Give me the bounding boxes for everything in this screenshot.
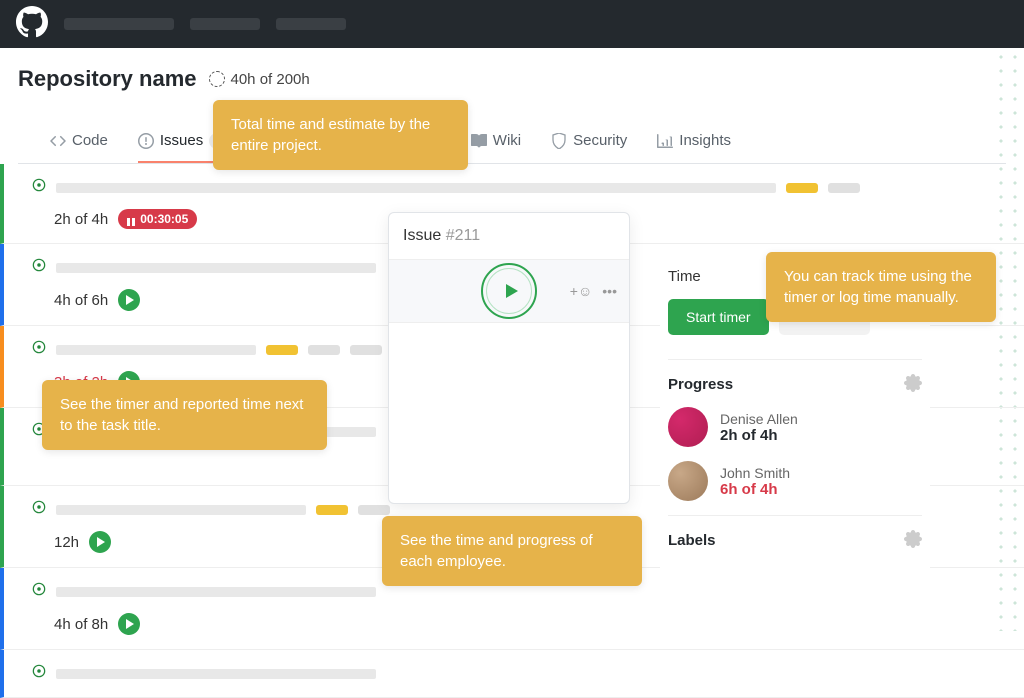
issue-row[interactable]: [0, 650, 1024, 698]
issue-detail-panel: Issue #211 +☺ •••: [388, 212, 630, 504]
issue-open-icon: [32, 500, 46, 519]
code-icon: [50, 133, 66, 149]
nav-placeholder: [64, 18, 174, 30]
timer-badge[interactable]: 00:30:05: [118, 209, 197, 229]
labels-label: Labels: [668, 532, 922, 549]
tab-insights[interactable]: Insights: [657, 122, 731, 163]
callout-text: You can track time using the timer or lo…: [784, 268, 972, 306]
progress-label: Progress: [668, 376, 922, 393]
label-pill: [316, 505, 348, 515]
gear-icon[interactable]: [904, 530, 922, 553]
issue-open-icon: [32, 178, 46, 197]
issue-title-placeholder: [56, 669, 376, 679]
issue-panel-toolbar: +☺ •••: [389, 259, 629, 323]
person-row: John Smith 6h of 4h: [668, 461, 922, 501]
pause-icon: [127, 215, 135, 223]
person-time: 6h of 4h: [720, 481, 790, 498]
callout-text: See the time and progress of each employ…: [400, 532, 593, 570]
time-summary-text: 40h of 200h: [231, 71, 310, 88]
time-summary-icon: [209, 71, 225, 87]
repo-header: Repository name 40h of 200h Code Issues …: [0, 48, 1024, 164]
tab-wiki[interactable]: Wiki: [471, 122, 521, 163]
graph-icon: [657, 133, 673, 149]
add-emoji-icon[interactable]: +☺: [570, 283, 592, 299]
issue-open-icon: [32, 664, 46, 683]
label-pill: [350, 345, 382, 355]
issue-open-icon: [32, 340, 46, 359]
play-button[interactable]: [118, 289, 140, 311]
labels-section: Labels: [668, 515, 922, 549]
issue-number: #211: [446, 227, 480, 244]
avatar: [668, 461, 708, 501]
shield-icon: [551, 133, 567, 149]
person-name: Denise Allen: [720, 411, 798, 427]
gear-icon[interactable]: [904, 374, 922, 397]
issue-panel-header: Issue #211: [389, 213, 629, 259]
issue-title-placeholder: [56, 505, 306, 515]
issue-panel-body: [389, 323, 629, 503]
play-button[interactable]: [89, 531, 111, 553]
callout-text: See the timer and reported time next to …: [60, 396, 303, 434]
callout-tooltip: You can track time using the timer or lo…: [766, 252, 996, 322]
callout-text: Total time and estimate by the entire pr…: [231, 116, 430, 154]
issue-open-icon: [32, 258, 46, 277]
issue-open-icon: [32, 582, 46, 601]
tab-label: Security: [573, 132, 627, 149]
issue-title-placeholder: [56, 587, 376, 597]
person-name: John Smith: [720, 465, 790, 481]
start-timer-button[interactable]: Start timer: [668, 299, 769, 335]
avatar: [668, 407, 708, 447]
label-pill: [358, 505, 390, 515]
github-logo-icon[interactable]: [16, 6, 48, 43]
nav-placeholder: [276, 18, 346, 30]
play-button[interactable]: [118, 613, 140, 635]
callout-tooltip: See the timer and reported time next to …: [42, 380, 327, 450]
issue-time: 12h: [54, 534, 79, 551]
timer-value: 00:30:05: [140, 212, 188, 226]
issue-panel-title: Issue: [403, 227, 441, 244]
issue-title-placeholder: [56, 183, 776, 193]
more-icon[interactable]: •••: [602, 283, 617, 299]
issue-title-placeholder: [56, 345, 256, 355]
nav-placeholder: [190, 18, 260, 30]
callout-tooltip: See the time and progress of each employ…: [382, 516, 642, 586]
issue-title-placeholder: [56, 263, 376, 273]
label-pill: [308, 345, 340, 355]
repo-title: Repository name: [18, 66, 197, 92]
tab-label: Issues: [160, 132, 203, 149]
label-pill: [266, 345, 298, 355]
time-summary: 40h of 200h: [209, 71, 310, 88]
callout-tooltip: Total time and estimate by the entire pr…: [213, 100, 468, 170]
person-time: 2h of 4h: [720, 427, 798, 444]
person-row: Denise Allen 2h of 4h: [668, 407, 922, 447]
issue-time: 4h of 6h: [54, 292, 108, 309]
label-pill: [828, 183, 860, 193]
issue-time: 2h of 4h: [54, 211, 108, 228]
label-pill: [786, 183, 818, 193]
book-icon: [471, 133, 487, 149]
top-nav: [0, 0, 1024, 48]
tab-code[interactable]: Code: [50, 122, 108, 163]
tab-label: Code: [72, 132, 108, 149]
progress-section: Progress Denise Allen 2h of 4h John Smit…: [668, 359, 922, 501]
repo-tabs: Code Issues 6 rojects 1 Wiki Security In…: [18, 122, 1006, 164]
big-play-button[interactable]: [481, 263, 537, 319]
tab-label: Insights: [679, 132, 731, 149]
issues-icon: [138, 133, 154, 149]
issue-time: 4h of 8h: [54, 616, 108, 633]
tab-security[interactable]: Security: [551, 122, 627, 163]
tab-label: Wiki: [493, 132, 521, 149]
